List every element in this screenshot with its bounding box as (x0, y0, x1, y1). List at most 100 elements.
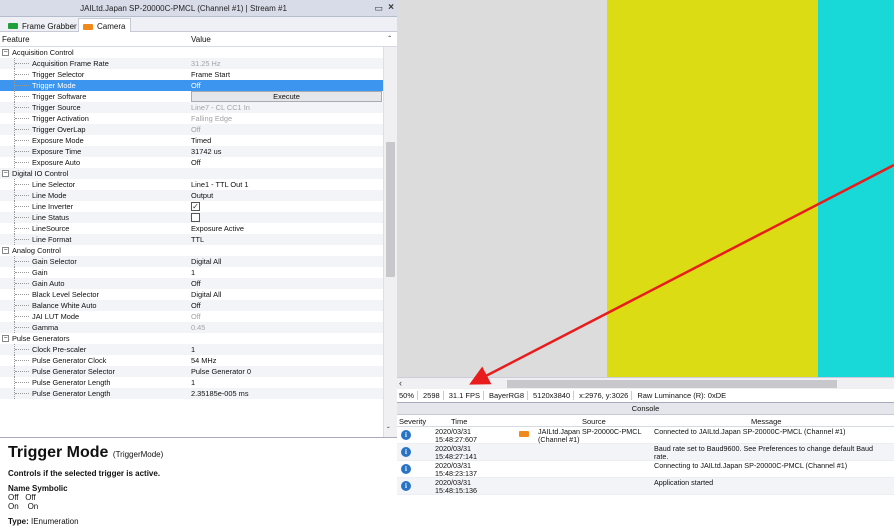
enum-symbolic: Off (25, 493, 36, 502)
feature-value[interactable]: 1 (191, 377, 195, 388)
console-row[interactable]: i 2020/03/31 15:48:23:137 Connecting to JAI… (397, 461, 894, 478)
feature-name: Trigger OverLap (32, 125, 86, 134)
console-row[interactable]: i 2020/03/31 15:48:15:136 Application start… (397, 478, 894, 495)
feature-row[interactable]: Line Selector Line1 - TTL Out 1 (0, 179, 383, 190)
feature-value[interactable]: Off (191, 80, 201, 91)
feature-group-row[interactable]: − Acquisition Control (0, 47, 383, 58)
feature-row[interactable]: Gamma 0.45 (0, 322, 383, 333)
tab-bar: Frame Grabber Camera (0, 17, 397, 32)
horizontal-scrollbar[interactable]: ‹ (397, 377, 894, 389)
feature-value[interactable]: 1 (191, 344, 195, 355)
scroll-left-icon[interactable]: ‹ (399, 378, 402, 388)
zoom-level: 50% (399, 391, 419, 400)
source-column-header[interactable]: Source (582, 417, 606, 426)
feature-value[interactable]: Timed (191, 135, 211, 146)
checkbox-checked[interactable]: ✓ (191, 202, 200, 211)
feature-row[interactable]: Exposure Auto Off (0, 157, 383, 168)
frame-count: 2598 (423, 391, 444, 400)
feature-row[interactable]: Trigger Activation Falling Edge (0, 113, 383, 124)
console-columns: Severity Time Source Message (397, 415, 894, 427)
scroll-up-icon[interactable]: ˆ (388, 35, 391, 44)
tab-label: Camera (97, 22, 126, 31)
checkbox-unchecked[interactable] (191, 213, 200, 222)
feature-row[interactable]: Pulse Generator Clock 54 MHz (0, 355, 383, 366)
feature-row[interactable]: Line Format TTL (0, 234, 383, 245)
time-column-header[interactable]: Time (451, 417, 467, 426)
collapse-icon[interactable]: − (2, 49, 9, 56)
feature-row[interactable]: Clock Pre-scaler 1 (0, 344, 383, 355)
feature-group-row[interactable]: − Pulse Generators (0, 333, 383, 344)
close-icon[interactable]: × (388, 2, 394, 13)
feature-group-row[interactable]: − Digital IO Control (0, 168, 383, 179)
feature-value[interactable]: Digital All (191, 256, 221, 267)
tree-connector (14, 388, 30, 399)
feature-row[interactable]: Gain Selector Digital All (0, 256, 383, 267)
severity-column-header[interactable]: Severity (399, 417, 426, 426)
type-label: Type: (8, 517, 29, 526)
feature-row[interactable]: Pulse Generator Length 2.35185e-005 ms (0, 388, 383, 399)
feature-value[interactable]: 31742 us (191, 146, 221, 157)
feature-value[interactable]: 1 (191, 267, 195, 278)
pixel-format: BayerRG8 (489, 391, 528, 400)
panel-title: JAILtd.Japan SP-20000C-PMCL (Channel #1)… (80, 4, 287, 13)
feature-row[interactable]: Trigger Software Execute (0, 91, 383, 102)
feature-row[interactable]: Trigger Source Line7 - CL CC1 In (0, 102, 383, 113)
tab-frame-grabber[interactable]: Frame Grabber (4, 18, 82, 32)
feature-value[interactable]: Off (191, 278, 201, 289)
feature-group-row[interactable]: − Analog Control (0, 245, 383, 256)
scroll-down-icon[interactable]: ˇ (387, 426, 390, 435)
feature-row[interactable]: Trigger Selector Frame Start (0, 69, 383, 80)
feature-value[interactable]: TTL (191, 234, 204, 245)
feature-row[interactable]: Line Status (0, 212, 383, 223)
feature-row[interactable]: Line Mode Output (0, 190, 383, 201)
message-column-header[interactable]: Message (751, 417, 781, 426)
execute-button[interactable]: Execute (191, 91, 382, 102)
collapse-icon[interactable]: − (2, 247, 9, 254)
feature-row[interactable]: Trigger OverLap Off (0, 124, 383, 135)
feature-name: Line Selector (32, 180, 76, 189)
feature-value[interactable]: 54 MHz (191, 355, 216, 366)
feature-row[interactable]: Gain 1 (0, 267, 383, 278)
value-column-header[interactable]: Value (191, 35, 211, 44)
feature-value[interactable]: Exposure Active (191, 223, 244, 234)
log-message: Baud rate set to Baud9600. See Preferenc… (654, 444, 873, 461)
collapse-icon[interactable]: − (2, 170, 9, 177)
scrollbar-thumb[interactable] (386, 142, 395, 277)
feature-row[interactable]: Line Inverter ✓ (0, 201, 383, 212)
feature-name: Trigger Selector (32, 70, 85, 79)
log-message: Application started (654, 478, 714, 487)
feature-row[interactable]: LineSource Exposure Active (0, 223, 383, 234)
feature-value[interactable]: Digital All (191, 289, 221, 300)
console-row[interactable]: i 2020/03/31 15:48:27:607 JAILtd.Japan SP-2… (397, 427, 894, 444)
collapse-icon[interactable]: − (2, 335, 9, 342)
image-viewer[interactable] (397, 0, 894, 377)
feature-value[interactable]: Pulse Generator 0 (191, 366, 251, 377)
console-row[interactable]: i 2020/03/31 15:48:27:141 Baud rate set to … (397, 444, 894, 461)
feature-row[interactable]: Gain Auto Off (0, 278, 383, 289)
feature-row[interactable]: Exposure Time 31742 us (0, 146, 383, 157)
feature-value[interactable]: Output (191, 190, 213, 201)
enum-symbolic: On (27, 502, 39, 511)
feature-value[interactable]: Off (191, 157, 201, 168)
feature-column-header[interactable]: Feature (2, 35, 30, 44)
tab-camera[interactable]: Camera (78, 18, 132, 32)
feature-row[interactable]: Exposure Mode Timed (0, 135, 383, 146)
feature-row[interactable]: Pulse Generator Selector Pulse Generator … (0, 366, 383, 377)
feature-name: Exposure Auto (32, 158, 81, 167)
feature-row[interactable]: JAI LUT Mode Off (0, 311, 383, 322)
tree-connector (14, 300, 30, 311)
info-icon: i (401, 464, 411, 474)
feature-row[interactable]: Trigger Mode Off (0, 80, 383, 91)
vertical-scrollbar[interactable]: ˇ (383, 47, 397, 437)
feature-row[interactable]: Black Level Selector Digital All (0, 289, 383, 300)
pin-icon[interactable]: ▭ (374, 3, 383, 14)
feature-value[interactable]: 2.35185e-005 ms (191, 388, 249, 399)
feature-value[interactable]: Line1 - TTL Out 1 (191, 179, 249, 190)
feature-row[interactable]: Acquisition Frame Rate 31.25 Hz (0, 58, 383, 69)
feature-row[interactable]: Pulse Generator Length 1 (0, 377, 383, 388)
scrollbar-thumb[interactable] (507, 380, 837, 388)
feature-value[interactable]: Off (191, 300, 201, 311)
enum-name-header: Name (8, 484, 30, 493)
feature-row[interactable]: Balance White Auto Off (0, 300, 383, 311)
feature-value[interactable]: Frame Start (191, 69, 230, 80)
